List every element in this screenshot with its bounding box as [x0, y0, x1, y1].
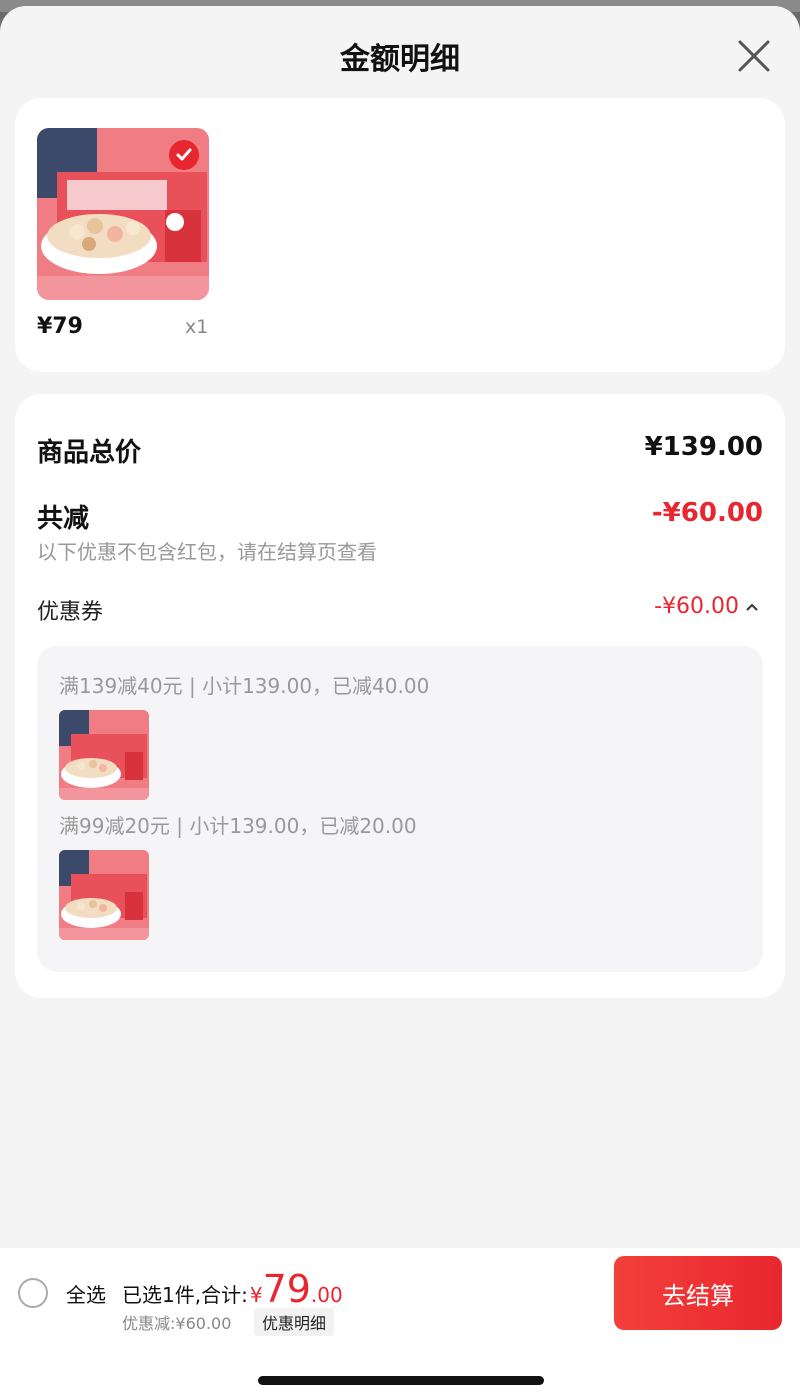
- coupon-product-thumbnail-2[interactable]: [59, 850, 149, 940]
- coupon-rule-1: 满139减40元 | 小计139.00，已减40.00: [59, 674, 430, 698]
- product-image: [59, 710, 149, 800]
- selection-summary: 已选1件,合计: ¥ 79 .00: [122, 1270, 343, 1308]
- product-image: [59, 850, 149, 940]
- coupon-breakdown: 满139减40元 | 小计139.00，已减40.00 满99减20元 | 小计…: [37, 646, 763, 972]
- total-reduction-label: 共减: [37, 504, 90, 534]
- product-price: ¥79: [37, 314, 83, 339]
- discount-note: 以下优惠不包含红包，请在结算页查看: [37, 540, 377, 564]
- product-quantity: x1: [185, 316, 209, 338]
- coupon-product-thumbnail-1[interactable]: [59, 710, 149, 800]
- close-button[interactable]: [734, 36, 774, 76]
- total-price-label: 商品总价: [37, 438, 142, 468]
- total-amount-integer: 79: [262, 1267, 311, 1311]
- close-icon: [738, 40, 770, 72]
- total-reduction-value: -¥60.00: [651, 498, 763, 528]
- modal-title: 金额明细: [340, 42, 460, 77]
- selected-count-text: 已选1件,合计:: [122, 1283, 248, 1307]
- discount-detail-button[interactable]: 优惠明细: [254, 1308, 335, 1336]
- product-thumbnail[interactable]: [37, 128, 209, 300]
- checkout-button[interactable]: 去结算: [614, 1256, 782, 1330]
- amount-detail-sheet: 金额明细 ¥79 x1 商品总价 ¥139.00 共减 -¥60.00 以下优惠…: [0, 6, 800, 1394]
- coupon-toggle[interactable]: -¥60.00: [654, 594, 759, 619]
- coupon-rule-2: 满99减20元 | 小计139.00，已减20.00: [59, 814, 417, 838]
- chevron-up-icon: [746, 603, 758, 611]
- total-price-value: ¥139.00: [644, 432, 763, 462]
- selected-check-badge[interactable]: [169, 140, 199, 170]
- product-card: ¥79 x1: [15, 98, 785, 372]
- total-currency: ¥: [249, 1283, 263, 1307]
- price-detail-card: 商品总价 ¥139.00 共减 -¥60.00 以下优惠不包含红包，请在结算页查…: [15, 394, 785, 998]
- coupon-label: 优惠券: [37, 600, 104, 625]
- total-amount-decimal: .00: [310, 1283, 343, 1307]
- checkout-bar: 全选 已选1件,合计: ¥ 79 .00 优惠减:¥60.00 优惠明细 去结算: [0, 1248, 800, 1336]
- select-all-radio[interactable]: [18, 1278, 48, 1308]
- discount-summary: 优惠减:¥60.00: [122, 1314, 232, 1333]
- home-indicator-area: [0, 1336, 800, 1394]
- select-all-label[interactable]: 全选: [66, 1279, 106, 1308]
- home-indicator[interactable]: [258, 1376, 544, 1385]
- coupon-value: -¥60.00: [654, 594, 739, 619]
- check-icon: [176, 148, 192, 161]
